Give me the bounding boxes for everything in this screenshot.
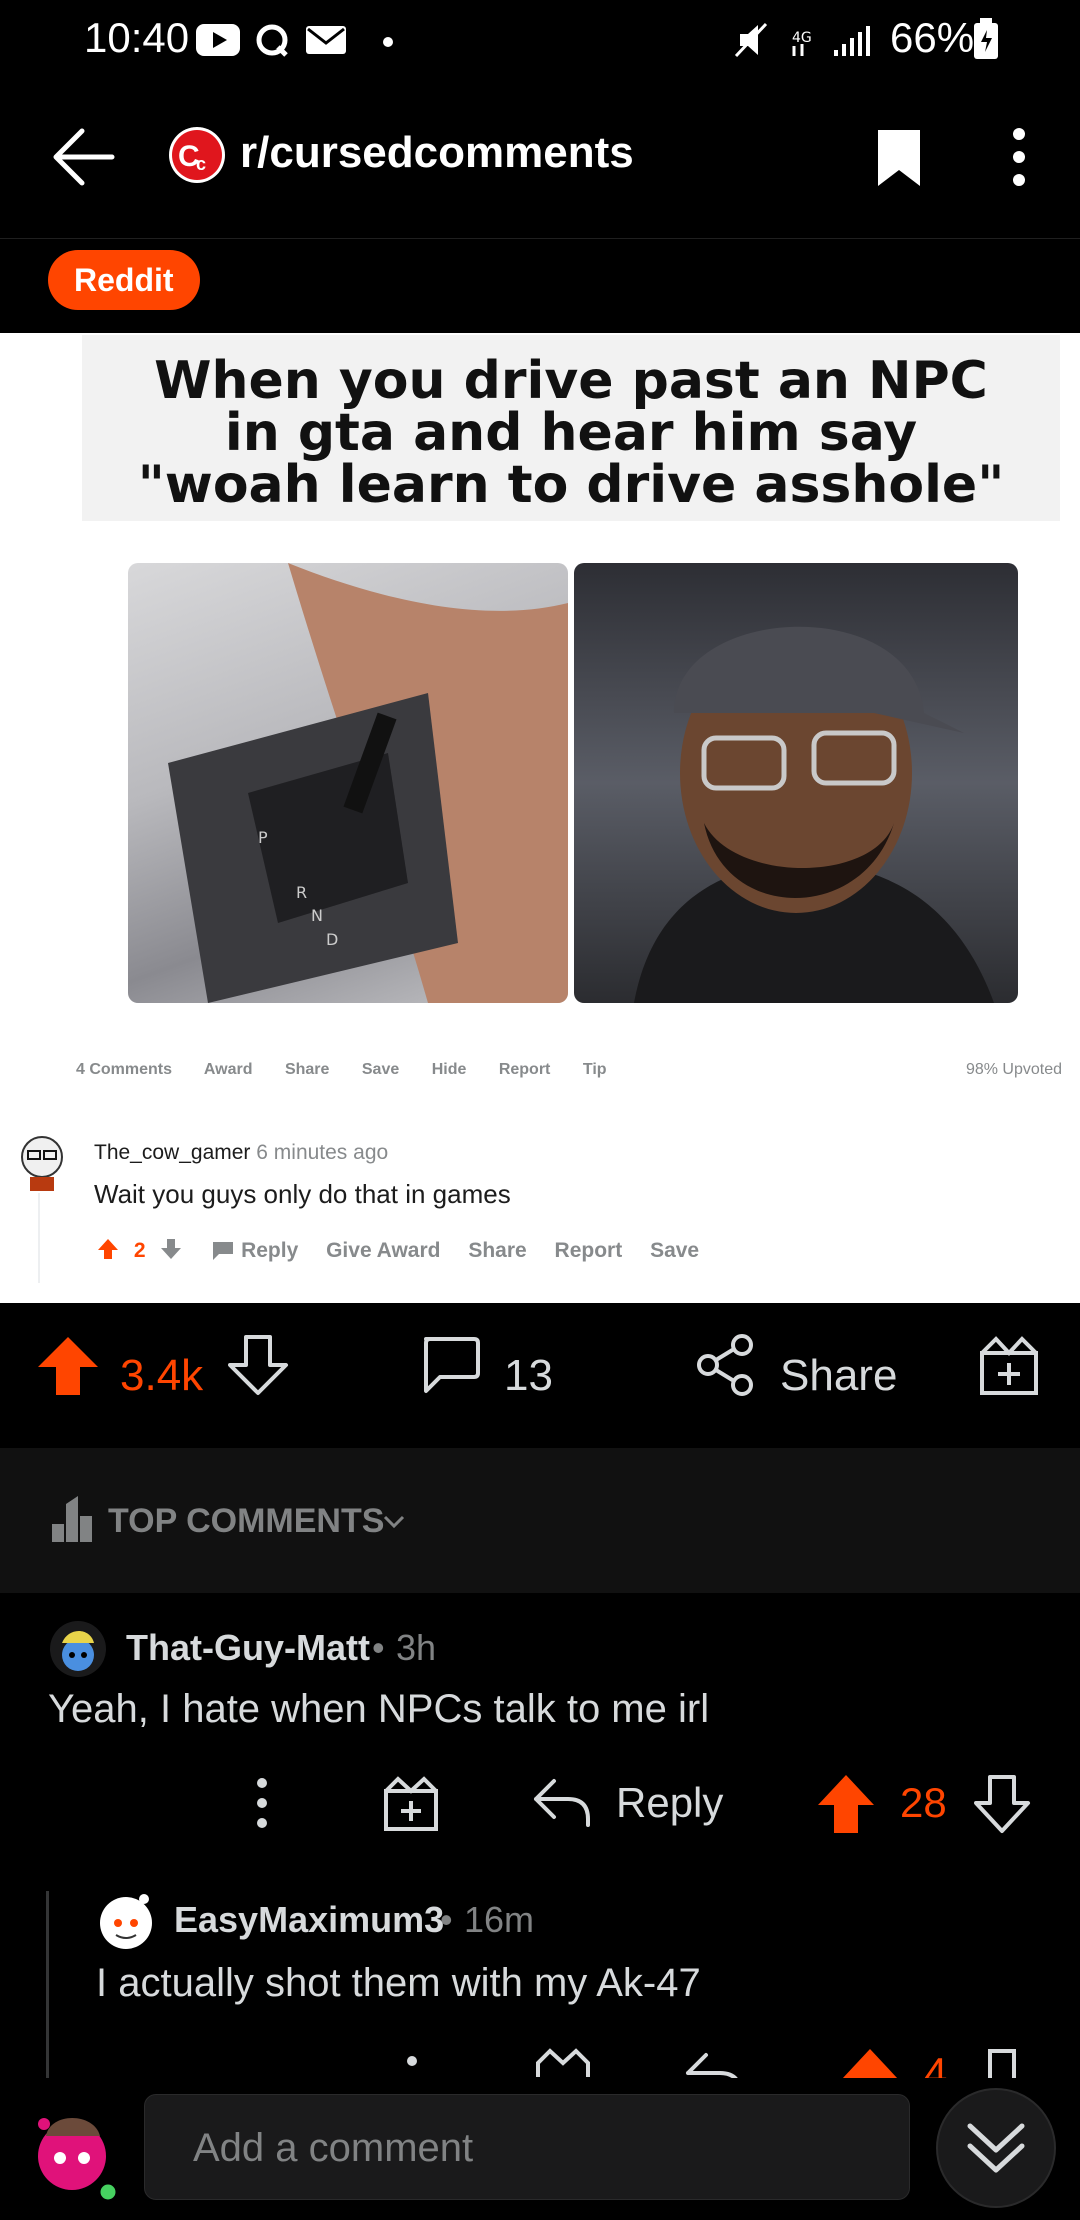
inner-reply-label: Reply	[241, 1239, 299, 1262]
gear-shifter-photo: P R N D	[128, 563, 568, 1003]
screenshot-hide-label: Hide	[431, 1061, 467, 1078]
inner-comment-header: The_cow_gamer 6 minutes ago	[94, 1141, 388, 1165]
inner-comment-username: The_cow_gamer	[94, 1141, 251, 1164]
comment-1-username[interactable]: That-Guy-Matt	[126, 1627, 370, 1669]
screenshot-tip-label: Tip	[582, 1061, 607, 1078]
comment-1-age: 3h	[396, 1627, 437, 1668]
screenshot-report-label: Report	[498, 1061, 551, 1078]
award-gift-icon[interactable]	[978, 1333, 1040, 1397]
more-options-icon[interactable]	[1006, 126, 1032, 188]
back-arrow-icon[interactable]	[48, 122, 118, 192]
comment-sort-bar[interactable]: TOP COMMENTS	[0, 1448, 1080, 1593]
comment-2: EasyMaximum3 • 16m I actually shot them …	[0, 1873, 1080, 2078]
svg-text:4G: 4G	[792, 30, 812, 46]
comment-2-upvote-icon[interactable]	[840, 2047, 900, 2078]
next-comment-button[interactable]	[936, 2088, 1056, 2208]
comment-1-upvote-icon[interactable]	[816, 1773, 876, 1835]
status-time: 10:40	[84, 14, 190, 61]
comment-1-body: Yeah, I hate when NPCs talk to me irl	[48, 1687, 710, 1731]
share-button-label[interactable]: Share	[780, 1351, 897, 1401]
comment-1-award-icon[interactable]	[382, 1773, 440, 1833]
comment-bubble-icon[interactable]	[418, 1333, 482, 1397]
inner-thread-line	[38, 1193, 40, 1283]
comment-2-score: 4	[924, 2049, 948, 2078]
notification-icons	[196, 24, 393, 57]
screenshot-award-label: Award	[203, 1061, 253, 1078]
comment-1-score: 28	[900, 1779, 947, 1826]
inner-upvote-icon	[98, 1239, 118, 1259]
man-selfie-photo	[574, 563, 1018, 1003]
comment-1-more-icon[interactable]	[250, 1775, 274, 1831]
inner-avatar-icon	[21, 1136, 63, 1191]
inner-comment-score: 2	[133, 1239, 146, 1262]
inner-share-label: Share	[468, 1239, 527, 1262]
double-chevron-down-icon	[967, 2123, 1025, 2173]
inner-give-award-label: Give Award	[326, 1239, 441, 1262]
thread-line	[46, 1891, 49, 2078]
meme-caption: When you drive past an NPC in gta and he…	[137, 351, 1005, 515]
comment-2-award-icon[interactable]	[534, 2047, 592, 2078]
battery-percent: 66%	[890, 14, 975, 61]
subreddit-icon[interactable]: C c	[166, 124, 228, 186]
screenshot-upvoted: 98% Upvoted	[965, 1061, 1062, 1078]
inner-reply-icon	[213, 1242, 234, 1260]
add-comment-input[interactable]: Add a comment	[144, 2094, 910, 2200]
inner-downvote-icon	[161, 1239, 182, 1259]
comment-2-reply-icon[interactable]	[684, 2051, 744, 2078]
comment-2-more-icon[interactable]	[400, 2049, 440, 2078]
chevron-down-icon[interactable]	[382, 1514, 406, 1530]
inner-comment-time: 6 minutes ago	[256, 1141, 389, 1164]
inner-save-label: Save	[650, 1239, 700, 1262]
share-icon[interactable]	[696, 1333, 756, 1397]
shifter-letter-n: N	[311, 906, 323, 925]
app-bar: C c r/cursedcomments	[0, 78, 1080, 239]
post-vote-count: 3.4k	[120, 1351, 204, 1400]
battery-icon	[974, 18, 998, 59]
sort-label[interactable]: TOP COMMENTS	[108, 1502, 384, 1541]
comment-1-reply-icon[interactable]	[532, 1777, 592, 1829]
comment-2-downvote-icon[interactable]	[972, 2047, 1032, 2078]
shifter-letter-p: P	[258, 828, 268, 847]
svg-text:c: c	[196, 154, 206, 174]
downvote-arrow-icon[interactable]	[226, 1333, 290, 1397]
comment-1-avatar-icon[interactable]	[48, 1619, 108, 1679]
inner-report-label: Report	[554, 1239, 623, 1262]
subreddit-name[interactable]: r/cursedcomments	[240, 128, 634, 178]
comment-2-separator-dot: •	[440, 1899, 453, 1940]
meme-caption-box: When you drive past an NPC in gta and he…	[82, 335, 1060, 521]
post-flair[interactable]: Reddit	[48, 250, 200, 310]
post-action-bar: 3.4k 13 Share	[0, 1303, 1080, 1448]
shifter-letter-d: D	[326, 930, 338, 949]
comment-composer-bar: Add a comment	[0, 2078, 1080, 2220]
inner-comment-text: Wait you guys only do that in games	[94, 1179, 511, 1209]
comment-2-avatar-icon[interactable]	[94, 1889, 158, 1953]
comment-1-reply-label[interactable]: Reply	[616, 1779, 723, 1827]
screenshot-comments-label: 4 Comments	[76, 1061, 173, 1078]
screenshot-share-label: Share	[284, 1061, 330, 1078]
user-avatar-icon[interactable]	[22, 2098, 126, 2202]
screenshot-save-label: Save	[361, 1061, 400, 1078]
screenshot-toolbar: 4 Comments Award Share Save Hide Report …	[76, 1061, 635, 1079]
comment-1: That-Guy-Matt • 3h Yeah, I hate when NPC…	[0, 1593, 1080, 1873]
system-icons: 4G	[734, 22, 870, 58]
comment-2-username[interactable]: EasyMaximum3	[174, 1899, 444, 1941]
bookmark-icon[interactable]	[876, 128, 922, 188]
inner-comment-actions: 2 Reply Give Award Share Report Save	[96, 1237, 721, 1263]
status-bar: 10:40 4G 66%	[0, 0, 1080, 78]
comment-2-age: 16m	[464, 1899, 535, 1940]
shifter-letter-r: R	[296, 883, 307, 902]
post-image[interactable]: When you drive past an NPC in gta and he…	[0, 333, 1080, 1303]
comment-1-downvote-icon[interactable]	[972, 1773, 1032, 1835]
comment-2-body: I actually shot them with my Ak-47	[96, 1961, 701, 2005]
upvote-arrow-icon[interactable]	[36, 1333, 100, 1397]
rocket-sort-icon	[52, 1496, 92, 1542]
comment-1-separator-dot: •	[372, 1627, 385, 1668]
post-comment-count[interactable]: 13	[504, 1351, 553, 1401]
